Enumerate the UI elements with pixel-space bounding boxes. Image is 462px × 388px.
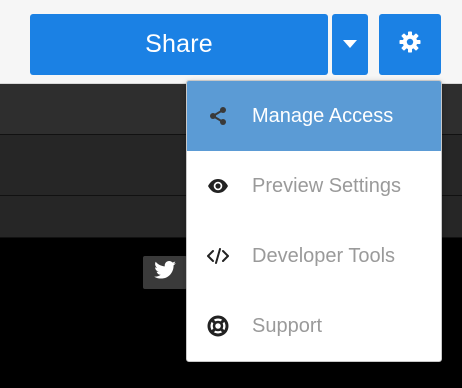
menu-item-label: Developer Tools xyxy=(252,244,396,267)
twitter-icon xyxy=(154,261,176,284)
life-ring-icon xyxy=(206,314,230,338)
menu-item-support[interactable]: Support xyxy=(187,291,441,361)
code-icon xyxy=(206,244,230,268)
menu-item-developer-tools[interactable]: Developer Tools xyxy=(187,221,441,291)
twitter-share-button[interactable] xyxy=(143,256,187,289)
caret-down-icon xyxy=(343,36,357,54)
menu-item-label: Manage Access xyxy=(252,104,394,127)
share-dropdown-menu: Manage Access Preview Settings Developer… xyxy=(186,80,442,362)
settings-button[interactable] xyxy=(379,14,441,75)
menu-item-manage-access[interactable]: Manage Access xyxy=(187,81,441,151)
share-options-toggle-button[interactable] xyxy=(332,14,368,75)
share-button[interactable]: Share xyxy=(30,14,328,75)
menu-item-preview-settings[interactable]: Preview Settings xyxy=(187,151,441,221)
menu-item-label: Support xyxy=(252,314,323,337)
menu-item-label: Preview Settings xyxy=(252,174,401,197)
gear-icon xyxy=(398,30,422,59)
eye-icon xyxy=(206,174,230,198)
share-button-label: Share xyxy=(145,30,213,58)
share-nodes-icon xyxy=(206,104,230,128)
toolbar: Share xyxy=(0,0,462,84)
